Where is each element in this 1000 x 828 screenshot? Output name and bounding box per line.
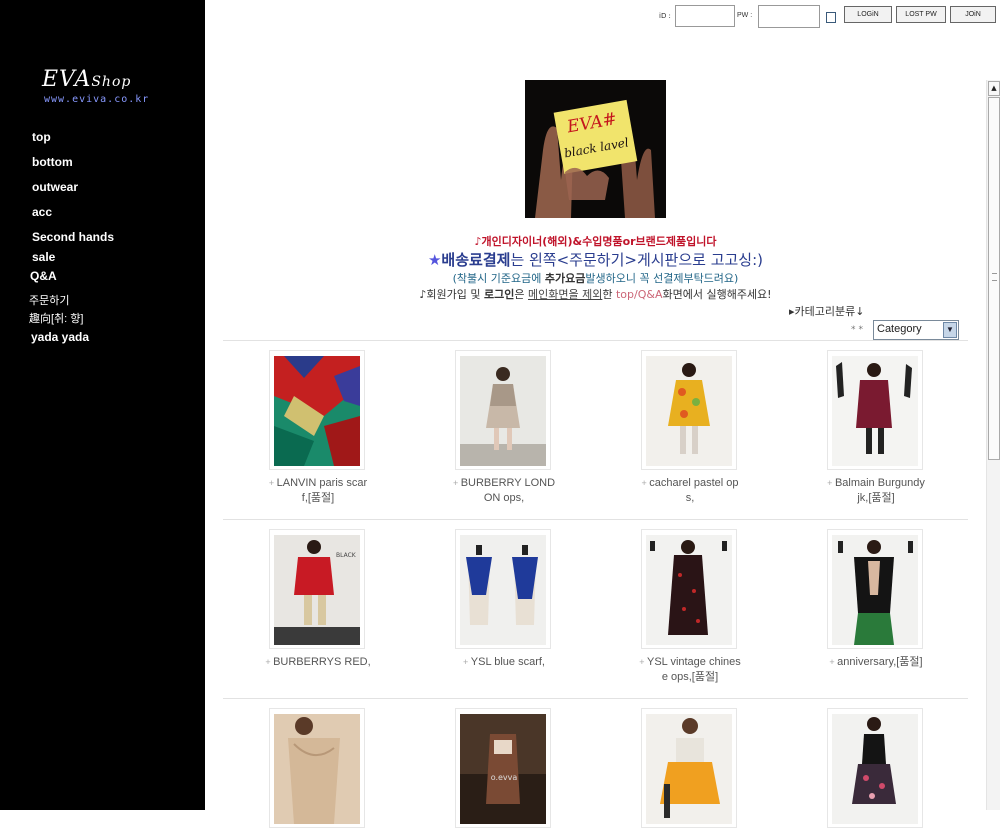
separator (223, 340, 968, 341)
product-name-line1: BURBERRYS RED, (273, 656, 371, 668)
product-thumbnail[interactable] (641, 529, 737, 649)
product-name[interactable]: + YSL blue scarf, (434, 655, 574, 670)
notice-line-4-b: 은 (514, 288, 529, 301)
category-select[interactable]: Category ▼ (873, 320, 959, 340)
product-name[interactable]: + YSL vintage chines e ops,[품절] (620, 655, 760, 685)
notice-line-3: (착불시 기준요금에 추가요금발생하오니 꼭 선결제부탁드려요) (205, 270, 986, 286)
sidebar-item-bottom[interactable]: bottom (32, 155, 73, 169)
product-name[interactable]: + LANVIN paris scar f,[품절] (248, 476, 388, 506)
product-name[interactable]: + cacharel pastel op s, (620, 476, 760, 506)
notice-line-2-rest: 는 왼쪽<주문하기>게시판으로 고고싱:) (510, 251, 764, 269)
product-thumbnail[interactable] (455, 350, 551, 470)
pw-label: PW : (737, 12, 753, 19)
notice-line-4-bold: 로그인 (484, 288, 515, 301)
notice-line-3-bold: 추가요금 (544, 272, 586, 285)
product-thumbnail[interactable] (641, 350, 737, 470)
sidebar-item-sale[interactable]: sale (32, 250, 55, 264)
sidebar-item-yada-yada[interactable]: yada yada (31, 330, 89, 344)
product-name-line2: jk,[품절] (857, 492, 895, 504)
product-thumbnail[interactable] (827, 350, 923, 470)
product-thumbnail[interactable] (827, 708, 923, 828)
star-icon: ★ (427, 251, 442, 269)
sidebar: EVAShop www.eviva.co.kr top bottom outwe… (0, 0, 205, 810)
logo-url: www.eviva.co.kr (44, 94, 150, 105)
product-thumbnail[interactable] (455, 529, 551, 649)
product-name-line1: cacharel pastel op (649, 477, 739, 489)
notice-line-4-pink: top/Q&A (615, 288, 663, 301)
product-name[interactable]: + Balmain Burgundy jk,[품절] (806, 476, 946, 506)
product-thumbnail[interactable] (827, 529, 923, 649)
sidebar-item-acc[interactable]: acc (32, 205, 52, 219)
category-stars: ** (851, 325, 866, 335)
join-button[interactable]: JOiN (950, 6, 996, 23)
sidebar-item-top[interactable]: top (32, 130, 51, 144)
logo-brand: EVA (42, 67, 92, 92)
notice-line-4-a: ♪회원가입 및 (419, 288, 485, 301)
grip-icon (992, 273, 997, 281)
separator (223, 698, 968, 699)
product-name[interactable]: + anniversary,[품절] (806, 655, 946, 670)
scroll-thumb[interactable] (988, 97, 1000, 460)
notice-line-1: ♪개인디자이너(해외)&수입명품or브랜드제품입니다 (474, 235, 717, 248)
sidebar-item-outwear[interactable]: outwear (32, 180, 78, 194)
product-name-line1: BURBERRY LOND (460, 477, 556, 489)
id-input[interactable] (675, 5, 735, 27)
sidebar-item-taste[interactable]: 趣向[취: 향] (29, 310, 83, 326)
category-label: ▸카테고리분류↓ (789, 305, 865, 318)
notice-line-4: ♪회원가입 및 로그인은 메인화면을 제외한 top/Q&A화면에서 실행해주세… (205, 286, 986, 302)
category-select-value: Category (877, 323, 922, 335)
logo-shop: Shop (91, 74, 132, 90)
id-label: iD : (659, 12, 671, 20)
product-name-line2: e ops,[품절] (661, 671, 719, 683)
product-name-line2: ON ops, (483, 492, 525, 504)
chevron-down-icon[interactable]: ▼ (943, 322, 957, 338)
product-name-line1: LANVIN paris scar (276, 477, 368, 489)
remember-checkbox[interactable] (826, 12, 836, 23)
product-thumbnail[interactable] (641, 708, 737, 828)
vertical-scrollbar[interactable]: ▲ (986, 80, 1000, 810)
product-name-line2: s, (685, 492, 695, 504)
product-thumbnail[interactable]: o.evva (455, 708, 551, 828)
separator (223, 519, 968, 520)
notice-line-2: ★배송료결제는 왼쪽<주문하기>게시판으로 고고싱:) (205, 249, 986, 270)
scroll-up-arrow-icon[interactable]: ▲ (988, 81, 1000, 96)
notice-line-2-bold: 배송료결제 (441, 251, 511, 269)
sidebar-item-order[interactable]: 주문하기 (29, 292, 69, 308)
product-thumbnail[interactable] (269, 708, 365, 828)
login-button[interactable]: LOGiN (844, 6, 892, 23)
site-logo[interactable]: EVAShop www.eviva.co.kr (42, 67, 150, 106)
product-name[interactable]: + BURBERRYS RED, (248, 655, 388, 670)
image-label: o.evva (491, 773, 518, 782)
banner-image: EVA# black lavel (525, 80, 666, 218)
product-name[interactable]: + BURBERRY LOND ON ops, (434, 476, 574, 506)
notice-line-4-c: 한 (602, 288, 616, 301)
product-name-line2: f,[품절] (301, 492, 335, 504)
product-name-line1: YSL vintage chines (647, 656, 741, 668)
notice-line-3-b: 발생하오니 꼭 선결제부탁드려요) (585, 272, 739, 285)
main-content: iD : PW : LOGiN LOST PW JOiN EVA# black … (205, 0, 996, 828)
product-thumbnail[interactable]: BLACK (269, 529, 365, 649)
lost-pw-button[interactable]: LOST PW (896, 6, 946, 23)
sidebar-item-qna[interactable]: Q&A (30, 269, 57, 283)
image-label: BLACK (336, 552, 357, 559)
product-name-line1: Balmain Burgundy (834, 477, 925, 489)
pw-input[interactable] (758, 5, 820, 28)
product-thumbnail[interactable] (269, 350, 365, 470)
notice-line-4-underline: 메인화면을 제외 (528, 288, 603, 301)
notice-line-3-a: (착불시 기준요금에 (452, 272, 545, 285)
product-name-line1: anniversary,[품절] (837, 656, 923, 668)
sidebar-item-second-hands[interactable]: Second hands (32, 230, 114, 244)
notice-line-4-d: 화면에서 실행해주세요! (662, 288, 772, 301)
product-name-line1: YSL blue scarf, (470, 656, 545, 668)
